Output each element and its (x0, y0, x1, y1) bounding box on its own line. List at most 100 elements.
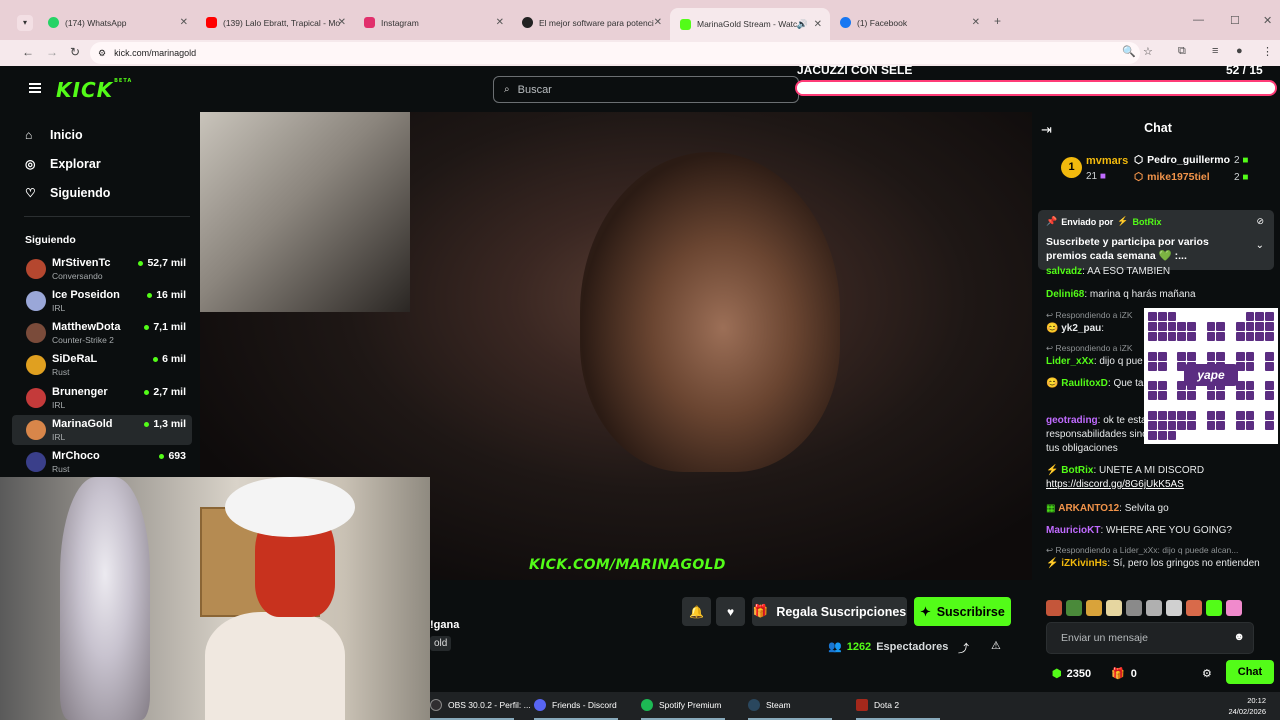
extensions-icon[interactable]: ⧉ (1178, 45, 1186, 58)
address-bar[interactable]: ⚙ kick.com/marinagold (90, 42, 1140, 64)
reading-list-icon[interactable]: ≡ (1212, 45, 1218, 57)
browser-tab-youtube[interactable]: (139) Lalo Ebratt, Trapical - Mo ✕ (196, 9, 354, 36)
emote-icon[interactable] (1086, 600, 1102, 616)
chat-username[interactable]: Delini68 (1046, 289, 1084, 300)
chat-username[interactable]: RaulitoxD (1061, 378, 1108, 389)
search-input[interactable] (517, 83, 778, 96)
gift-counter[interactable]: 🎁 0 (1111, 667, 1137, 681)
channel-item-matthewdota[interactable]: MatthewDota Counter-Strike 2 7,1 mil (12, 318, 192, 348)
close-icon[interactable]: ✕ (654, 17, 662, 28)
bookmark-star-icon[interactable]: ☆ (1143, 45, 1153, 58)
browser-tab-facebook[interactable]: (1) Facebook ✕ (830, 9, 988, 36)
kick-logo[interactable]: KICKBETA (56, 78, 132, 102)
profile-icon[interactable]: ● (1236, 45, 1243, 57)
qr-module (1245, 411, 1255, 421)
send-chat-button[interactable]: Chat (1226, 660, 1274, 684)
taskbar-item-spotify[interactable]: Spotify Premium (641, 699, 721, 711)
close-window-icon[interactable]: ✕ (1263, 14, 1272, 27)
forward-icon[interactable]: → (46, 45, 58, 59)
nav-explorar[interactable]: ◎ Explorar (25, 157, 101, 171)
channel-item-mrchoco[interactable]: MrChoco Rust 693 (12, 447, 192, 477)
system-clock[interactable]: 20:12 24/02/2026 (1228, 695, 1266, 717)
chat-username[interactable]: iZKivinHs (1061, 558, 1107, 569)
taskbar-item-discord[interactable]: Friends - Discord (534, 699, 617, 711)
channel-item-ice-poseidon[interactable]: Ice Poseidon IRL 16 mil (12, 286, 192, 316)
emote-icon[interactable] (1186, 600, 1202, 616)
tab-list-dropdown[interactable]: ▾ (17, 15, 33, 31)
chat-username[interactable]: yk2_pau (1061, 323, 1101, 334)
site-info-icon[interactable]: ⚙ (98, 48, 106, 59)
close-icon[interactable]: ✕ (180, 17, 188, 28)
speaker-icon[interactable]: 🔊 (797, 19, 808, 30)
nav-inicio[interactable]: ⌂ Inicio (25, 128, 83, 142)
reply-context[interactable]: ↩ Respondiendo a iZK (1046, 343, 1133, 354)
chat-username[interactable]: BotRix (1061, 465, 1093, 476)
chat-input-box[interactable]: ☻ (1046, 622, 1254, 654)
emote-icon[interactable] (1146, 600, 1162, 616)
chat-username[interactable]: MauricioKT (1046, 525, 1100, 536)
spotify-icon (641, 699, 653, 711)
emote-icon[interactable] (1106, 600, 1122, 616)
leaderboard-row[interactable]: ⬡ mike1975tiel (1134, 171, 1210, 183)
search-box[interactable]: ⌕ (493, 76, 799, 103)
notification-bell-button[interactable]: 🔔 (682, 597, 711, 626)
close-icon[interactable]: ✕ (496, 17, 504, 28)
pinned-message[interactable]: 📌 Enviado por ⚡ BotRix Suscribete y part… (1038, 210, 1274, 270)
emote-icon[interactable] (1226, 600, 1242, 616)
chat-settings-gear-icon[interactable]: ⚙ (1202, 667, 1212, 680)
taskbar-item-obs[interactable]: OBS 30.0.2 - Perfil: ... (430, 699, 531, 711)
channel-points[interactable]: ⬢ 2350 (1052, 667, 1091, 681)
emoji-icon[interactable]: ☻ (1233, 631, 1245, 643)
share-icon[interactable]: ⤴ (958, 640, 969, 656)
gift-icon: ■ (1242, 155, 1249, 166)
close-icon[interactable]: ✕ (972, 17, 980, 28)
back-icon[interactable]: ← (22, 45, 34, 59)
browser-tab-instagram[interactable]: Instagram ✕ (354, 9, 512, 36)
browser-tab-whatsapp[interactable]: (174) WhatsApp ✕ (38, 9, 196, 36)
chevron-down-icon[interactable]: ⌄ (1256, 240, 1264, 251)
emote-icon[interactable] (1166, 600, 1182, 616)
chat-link[interactable]: https://discord.gg/8G6jUkK5AS (1046, 479, 1184, 490)
menu-icon[interactable]: ⋮ (1262, 45, 1273, 58)
emote-icon[interactable] (1206, 600, 1222, 616)
chat-username[interactable]: salvadz (1046, 266, 1082, 277)
taskbar-item-steam[interactable]: Steam (748, 699, 791, 711)
close-icon[interactable]: ✕ (814, 19, 822, 30)
zoom-icon[interactable]: 🔍 (1122, 45, 1136, 58)
webcam-hat (225, 477, 355, 537)
reload-icon[interactable]: ↻ (70, 45, 80, 59)
qr-module (1177, 312, 1187, 321)
leaderboard-top-name[interactable]: mvmars (1086, 155, 1128, 167)
channel-item-mrstiventc[interactable]: MrStivenTc Conversando 52,7 mil (12, 254, 192, 284)
emote-icon[interactable] (1126, 600, 1142, 616)
stream-tag[interactable]: old (430, 636, 452, 651)
browser-tab-kick-active[interactable]: MarinaGold Stream - Watc 🔊 ✕ (670, 8, 830, 40)
subscribe-button[interactable]: ✦ Suscribirse (914, 597, 1011, 626)
unpin-icon[interactable]: ⊘ (1256, 216, 1264, 227)
taskbar-item-dota[interactable]: Dota 2 (856, 699, 899, 711)
os-taskbar: OBS 30.0.2 - Perfil: ... Friends - Disco… (430, 692, 1280, 720)
reply-context[interactable]: ↩ Respondiendo a Lider_xXx: dijo q puede… (1046, 545, 1238, 556)
channel-item-marinagold[interactable]: MarinaGold IRL 1,3 mil (12, 415, 192, 445)
qr-module (1167, 341, 1177, 351)
channel-item-brunenger[interactable]: Brunenger IRL 2,7 mil (12, 383, 192, 413)
channel-item-sideral[interactable]: SiDeRaL Rust 6 mil (12, 350, 192, 380)
close-icon[interactable]: ✕ (338, 17, 346, 28)
chat-username[interactable]: geotrading (1046, 415, 1098, 426)
minimize-icon[interactable]: — (1193, 14, 1204, 26)
browser-tab-software[interactable]: El mejor software para potenci ✕ (512, 9, 670, 36)
report-warning-icon[interactable]: ⚠ (991, 639, 1001, 652)
leaderboard-row[interactable]: ⬡ Pedro_guillermo (1134, 154, 1230, 166)
reply-context[interactable]: ↩ Respondiendo a iZK (1046, 310, 1133, 321)
chat-username[interactable]: Lider_xXx (1046, 356, 1094, 367)
chat-username[interactable]: ARKANTO12 (1058, 503, 1119, 514)
gift-subscriptions-button[interactable]: 🎁 Regala Suscripciones (752, 597, 907, 626)
new-tab-button[interactable]: + (994, 14, 1001, 28)
emote-icon[interactable] (1046, 600, 1062, 616)
nav-siguiendo[interactable]: ♡ Siguiendo (25, 186, 110, 200)
chat-message-input[interactable] (1061, 632, 1226, 644)
follow-heart-button[interactable]: ♥ (716, 597, 745, 626)
emote-icon[interactable] (1066, 600, 1082, 616)
hamburger-menu-icon[interactable] (29, 83, 41, 93)
maximize-icon[interactable]: ☐ (1230, 14, 1240, 27)
